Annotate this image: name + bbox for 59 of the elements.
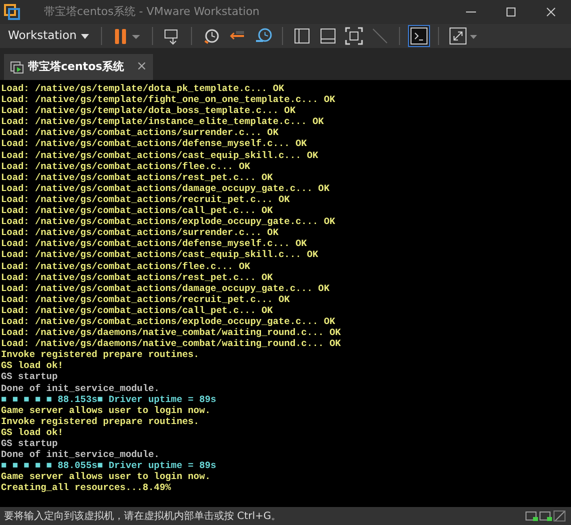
workstation-menu[interactable]: Workstation: [4, 27, 93, 45]
console-line: Load: /native/gs/template/dota_boss_template.c... OK: [1, 105, 296, 116]
status-message: 要将输入定向到该虚拟机，请在虚拟机内部单击或按 Ctrl+G。: [4, 510, 282, 524]
console-line: Load: /native/gs/combat_actions/flee.c... OK: [1, 260, 252, 272]
console-line: Load: /native/gs/combat_actions/flee.c... OK: [1, 160, 252, 172]
console-line: Load: /native/gs/combat_actions/rest_pet.c... OK: [1, 172, 274, 183]
resize-grip-icon: [553, 510, 567, 522]
caret-icon: [80, 34, 89, 38]
console-line: Load: /native/gs/combat_actions/surrender.c... OK: [1, 127, 280, 138]
console-line: Load: /native/gs/combat_actions/recruit_pet.c... OK: [1, 194, 291, 206]
console-line: Invoke registered prepare routines.: [1, 349, 200, 360]
maximize-icon[interactable]: [505, 6, 517, 18]
sidebar-icon: [292, 27, 311, 45]
console-screen[interactable]: [0, 80, 571, 507]
console-line: ■ ■ ■ ■ ■ 88.153s■ Driver uptime = 89s: [1, 394, 218, 405]
console-line: Invoke registered prepare routines.: [1, 416, 200, 427]
console-line: GS load ok!: [1, 360, 64, 372]
console-line: ■ ■ ■ ■ ■ 88.055s■ Driver uptime = 89s: [1, 460, 218, 472]
console-line: Load: /native/gs/combat_actions/explode_occupy_gate.c... OK: [1, 316, 336, 328]
app-logo-icon: [4, 4, 20, 20]
console-line: Load: /native/gs/combat_actions/surrender.c... OK: [1, 227, 280, 238]
console-line: Load: /native/gs/combat_actions/recruit_pet.c... OK: [1, 294, 291, 305]
console-icon: [410, 27, 428, 45]
console-button[interactable]: [408, 25, 430, 47]
clock-icon: [202, 27, 220, 45]
console-line: Load: /native/gs/combat_actions/damage_occupy_gate.c... OK: [1, 282, 330, 294]
console-line: Done of init_service_module.: [1, 449, 161, 460]
console-line: Load: /native/gs/combat_actions/call_pet.c... OK: [1, 304, 274, 316]
tab-close-button[interactable]: ×: [136, 57, 148, 77]
console-line: Load: /native/gs/combat_actions/rest_pet.c... OK: [1, 272, 274, 283]
console-line: Load: /native/gs/daemons/native_combat/waiting_round.c... OK: [1, 338, 342, 350]
console-line: Done of init_service_module.: [1, 382, 161, 394]
console-line: Load: /native/gs/combat_actions/explode_occupy_gate.c... OK: [1, 216, 336, 228]
console-line: GS load ok!: [1, 426, 64, 438]
console-line: Game server allows user to login now.: [1, 471, 212, 482]
vm-icon: [10, 60, 24, 74]
console-line: Load: /native/gs/combat_actions/damage_occupy_gate.c... OK: [1, 182, 330, 194]
fullscreen-icon: [344, 27, 363, 45]
console-line: Load: /native/gs/template/dota_pk_template.c... OK: [1, 83, 286, 94]
vm-tab[interactable]: 带宝塔centos系统 ×: [4, 54, 154, 80]
console-line: Creating_all resources...8.49%: [1, 482, 172, 494]
console-line: Load: /native/gs/combat_actions/cast_equip_skill.c... OK: [1, 249, 320, 260]
console-line: Load: /native/gs/template/fight_one_on_one_template.c... OK: [1, 94, 336, 106]
console-line: GS startup: [1, 438, 59, 450]
console-line: Load: /native/gs/combat_actions/cast_equip_skill.c... OK: [1, 150, 320, 161]
console-line: Game server allows user to login now.: [1, 404, 212, 416]
thumbnail-icon: [318, 27, 337, 45]
console-line: Load: /native/gs/daemons/native_combat/waiting_round.c... OK: [1, 327, 342, 338]
close-icon[interactable]: [545, 6, 557, 18]
console-line: Load: /native/gs/combat_actions/call_pet.c... OK: [1, 205, 274, 216]
stretch-icon: [448, 27, 479, 45]
console-line: Load: /native/gs/combat_actions/defense_myself.c... OK: [1, 238, 308, 250]
console-line: GS startup: [1, 371, 59, 383]
snapshot-manager-icon: [254, 27, 272, 45]
tab-label: 带宝塔centos系统: [28, 58, 124, 75]
fullscreen-button[interactable]: [342, 25, 365, 47]
window-title: 带宝塔centos系统 - VMware Workstation: [44, 4, 261, 20]
console-line: Load: /native/gs/combat_actions/defense_myself.c... OK: [1, 138, 308, 150]
console-line: Load: /native/gs/template/instance_elite_template.c... OK: [1, 116, 325, 128]
